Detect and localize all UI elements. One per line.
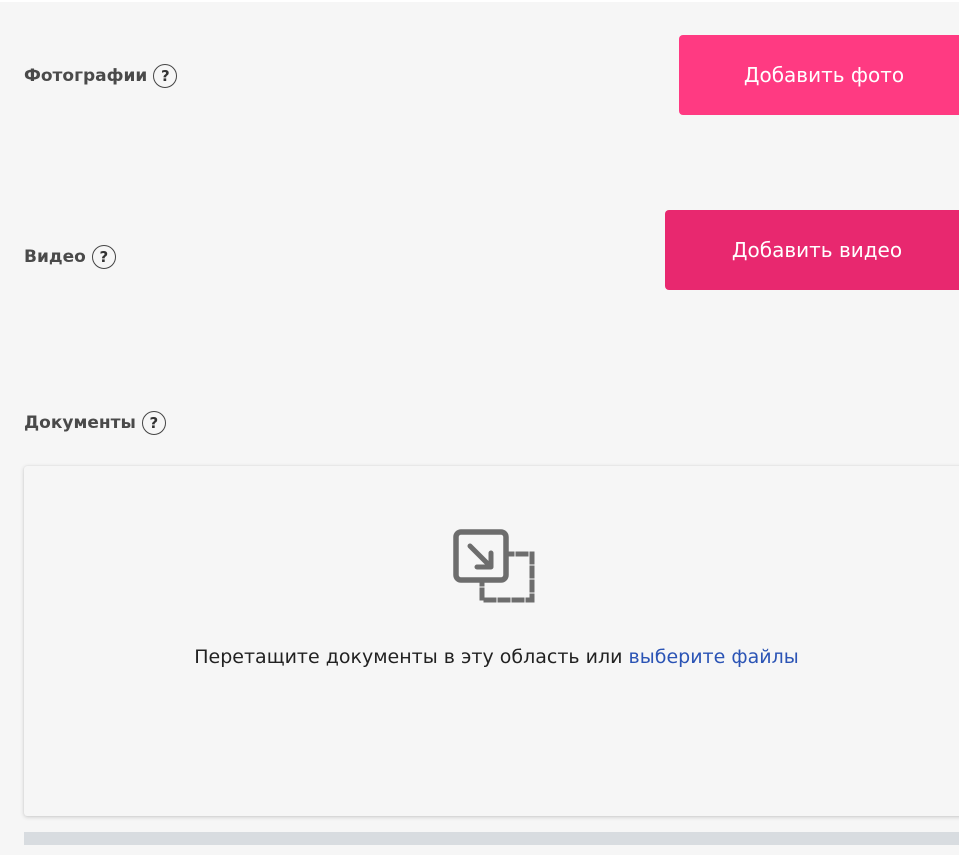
documents-label: Документы — [24, 413, 136, 433]
video-help-icon[interactable]: ? — [91, 245, 116, 269]
photos-label: Фотографии — [24, 66, 148, 86]
video-label: Видео — [24, 247, 86, 267]
drag-drop-file-icon — [453, 529, 535, 603]
media-upload-form: Фотографии ? Добавить фото Видео ? Добав… — [0, 0, 959, 855]
documents-dropzone[interactable]: Перетащите документы в эту область или в… — [24, 466, 959, 816]
add-video-button[interactable]: Добавить видео — [665, 210, 959, 290]
choose-files-link[interactable]: выберите файлы — [629, 646, 799, 668]
dropzone-text: Перетащите документы в эту область или — [194, 646, 629, 668]
documents-section-label: Документы ? — [24, 411, 166, 435]
add-photo-button[interactable]: Добавить фото — [679, 35, 959, 115]
documents-help-icon[interactable]: ? — [141, 411, 166, 435]
bottom-scroll-bar — [24, 832, 959, 845]
photos-section-label: Фотографии ? — [24, 64, 178, 88]
video-section-label: Видео ? — [24, 245, 116, 269]
dropzone-instructions: Перетащите документы в эту область или в… — [24, 646, 959, 668]
photos-help-icon[interactable]: ? — [153, 64, 178, 88]
